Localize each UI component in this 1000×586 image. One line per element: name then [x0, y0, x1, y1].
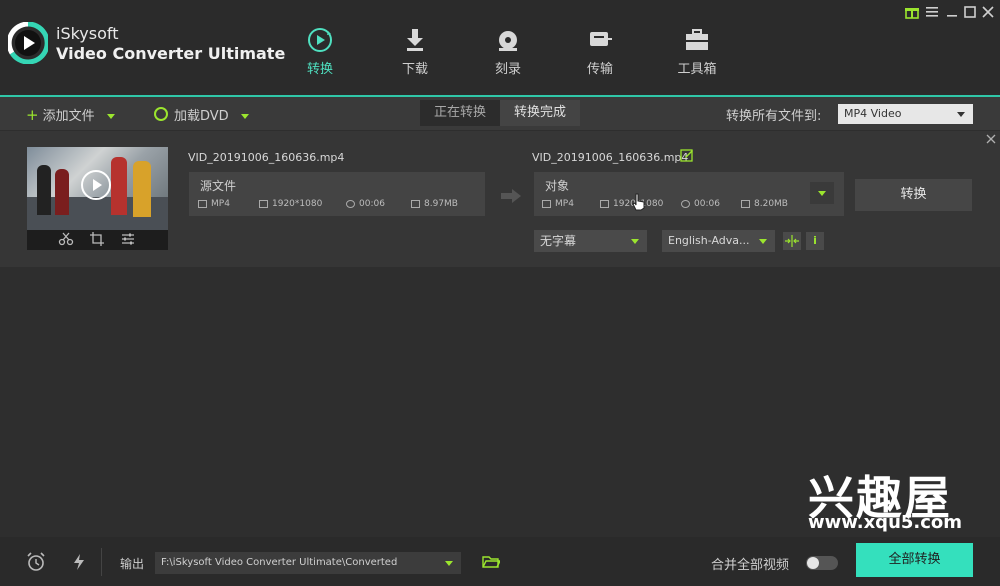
menu-icon[interactable] [924, 4, 940, 20]
nav-tab-download[interactable]: 下载 [375, 26, 455, 77]
clock-icon [346, 199, 355, 208]
download-icon [407, 29, 423, 51]
source-format: MP4 [198, 199, 230, 209]
chevron-down-icon [759, 239, 767, 244]
remove-file-icon[interactable] [985, 133, 997, 145]
chevron-down-icon [240, 114, 249, 119]
lightning-icon[interactable] [72, 553, 86, 571]
toolbox-icon [686, 29, 708, 50]
film-icon [542, 199, 551, 208]
nav-tab-burn-label: 刻录 [494, 62, 521, 77]
nav-tab-convert-label: 转换 [306, 62, 333, 77]
target-label: 对象 [545, 179, 570, 193]
app-name-line2: Video Converter Ultimate [56, 44, 286, 63]
target-info-box [534, 172, 844, 216]
trim-scissors-icon[interactable] [58, 232, 74, 246]
chevron-down-icon [957, 112, 965, 117]
nav-tab-toolbox-label: 工具箱 [677, 62, 717, 77]
chevron-down-icon [445, 561, 453, 566]
target-file-name: VID_20191006_160636.mp4 [532, 151, 689, 164]
app-logo-icon [8, 22, 48, 64]
tab-finished[interactable]: 转换完成 [500, 100, 580, 126]
nav-tab-toolbox[interactable]: 工具箱 [657, 26, 737, 77]
nav-tab-download-label: 下载 [401, 62, 428, 77]
source-resolution: 1920*1080 [259, 199, 322, 209]
convert-icon [308, 28, 332, 52]
convert-all-button[interactable]: 全部转换 [856, 543, 973, 577]
output-format-select[interactable]: MP4 Video [838, 104, 973, 124]
target-format: MP4 [542, 199, 574, 209]
bottom-bar [0, 537, 1000, 586]
nav-tab-burn[interactable]: 刻录 [468, 26, 548, 77]
folder-icon [741, 199, 750, 208]
nav-tab-transfer[interactable]: 传输 [560, 26, 640, 77]
audio-track-select[interactable]: English-Adva... [662, 230, 775, 252]
target-duration: 00:06 [681, 199, 720, 209]
source-duration: 00:06 [346, 199, 385, 209]
convert-all-to-label: 转换所有文件到: [726, 109, 822, 124]
add-files-label: 添加文件 [42, 109, 95, 124]
source-file-name: VID_20191006_160636.mp4 [188, 151, 345, 164]
output-format-value: MP4 Video [844, 107, 902, 120]
merge-all-label: 合并全部视频 [711, 558, 790, 573]
alarm-clock-icon[interactable] [26, 552, 46, 572]
add-files-button[interactable]: + 添加文件 [26, 105, 115, 124]
cursor-hand-icon [632, 193, 645, 211]
clock-icon [681, 199, 690, 208]
nav-tab-transfer-label: 传输 [586, 62, 613, 77]
divider [101, 548, 102, 576]
source-size: 8.97MB [411, 199, 458, 209]
effects-sliders-icon[interactable] [121, 232, 135, 246]
target-size: 8.20MB [741, 199, 788, 209]
tab-converting[interactable]: 正在转换 [420, 100, 500, 126]
chevron-down-icon [631, 239, 639, 244]
resolution-icon [600, 199, 609, 208]
output-path-select[interactable]: F:\iSkysoft Video Converter Ultimate\Con… [155, 552, 461, 574]
target-format-dropdown[interactable] [810, 182, 834, 204]
watermark-url: www.xqu5.com [808, 512, 963, 533]
play-button[interactable] [81, 170, 111, 200]
convert-button[interactable]: 转换 [855, 179, 972, 211]
gift-icon[interactable] [904, 4, 920, 20]
burn-icon [499, 31, 517, 51]
crop-icon[interactable] [90, 232, 104, 246]
audio-track-value: English-Adva... [668, 234, 750, 247]
minimize-icon[interactable] [944, 4, 960, 20]
nav-tab-convert[interactable]: 转换 [280, 26, 360, 77]
folder-icon [411, 199, 420, 208]
add-subtitle-button[interactable] [783, 232, 801, 250]
disc-icon [154, 107, 168, 121]
plus-icon: + [26, 106, 39, 124]
subtitle-value: 无字幕 [540, 234, 577, 248]
subtitle-select[interactable]: 无字幕 [534, 230, 647, 252]
film-icon [198, 199, 207, 208]
output-path-value: F:\iSkysoft Video Converter Ultimate\Con… [161, 557, 398, 568]
info-icon: i [813, 234, 817, 247]
transfer-icon [590, 32, 612, 46]
chevron-down-icon [818, 191, 826, 196]
split-arrows-icon [785, 235, 799, 247]
merge-all-toggle[interactable] [806, 556, 838, 570]
app-name-line1: iSkysoft [56, 24, 119, 43]
maximize-icon[interactable] [962, 4, 978, 20]
arrow-right-icon [501, 189, 521, 203]
load-dvd-label: 加载DVD [174, 109, 229, 124]
info-button[interactable]: i [806, 232, 824, 250]
resolution-icon [259, 199, 268, 208]
close-icon[interactable] [980, 4, 996, 20]
load-dvd-button[interactable]: 加载DVD [154, 105, 249, 124]
open-folder-icon[interactable] [482, 555, 500, 569]
edit-icon[interactable] [680, 148, 694, 162]
output-label: 输出 [120, 557, 145, 571]
chevron-down-icon [106, 114, 115, 119]
source-label: 源文件 [200, 179, 237, 193]
